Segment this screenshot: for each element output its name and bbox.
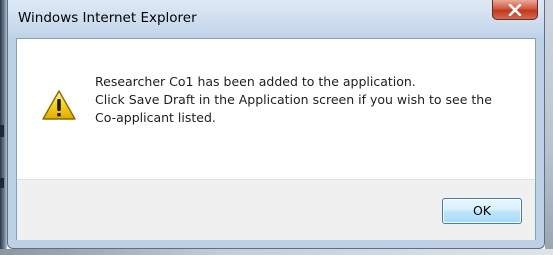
title-bar[interactable]: Windows Internet Explorer <box>8 0 544 38</box>
background-mark <box>0 125 4 137</box>
background-window-edge <box>0 0 7 255</box>
alert-dialog: Windows Internet Explorer Researcher Co1… <box>7 0 545 249</box>
warning-triangle-icon <box>42 90 76 120</box>
message-line: Researcher Co1 has been added to the app… <box>95 74 416 89</box>
background-desktop <box>0 249 553 255</box>
close-button[interactable] <box>492 0 538 20</box>
window-title: Windows Internet Explorer <box>18 10 197 26</box>
message-line: Click Save Draft in the Application scre… <box>95 92 492 107</box>
ok-button[interactable]: OK <box>442 198 522 224</box>
message-area: Researcher Co1 has been added to the app… <box>17 39 535 179</box>
close-icon <box>508 3 522 16</box>
dialog-body: Researcher Co1 has been added to the app… <box>16 38 536 240</box>
background-mark <box>0 178 4 188</box>
dialog-message: Researcher Co1 has been added to the app… <box>95 73 525 127</box>
background-desktop <box>545 0 553 255</box>
message-line: Co-applicant listed. <box>95 110 216 125</box>
button-bar: OK <box>17 179 535 240</box>
